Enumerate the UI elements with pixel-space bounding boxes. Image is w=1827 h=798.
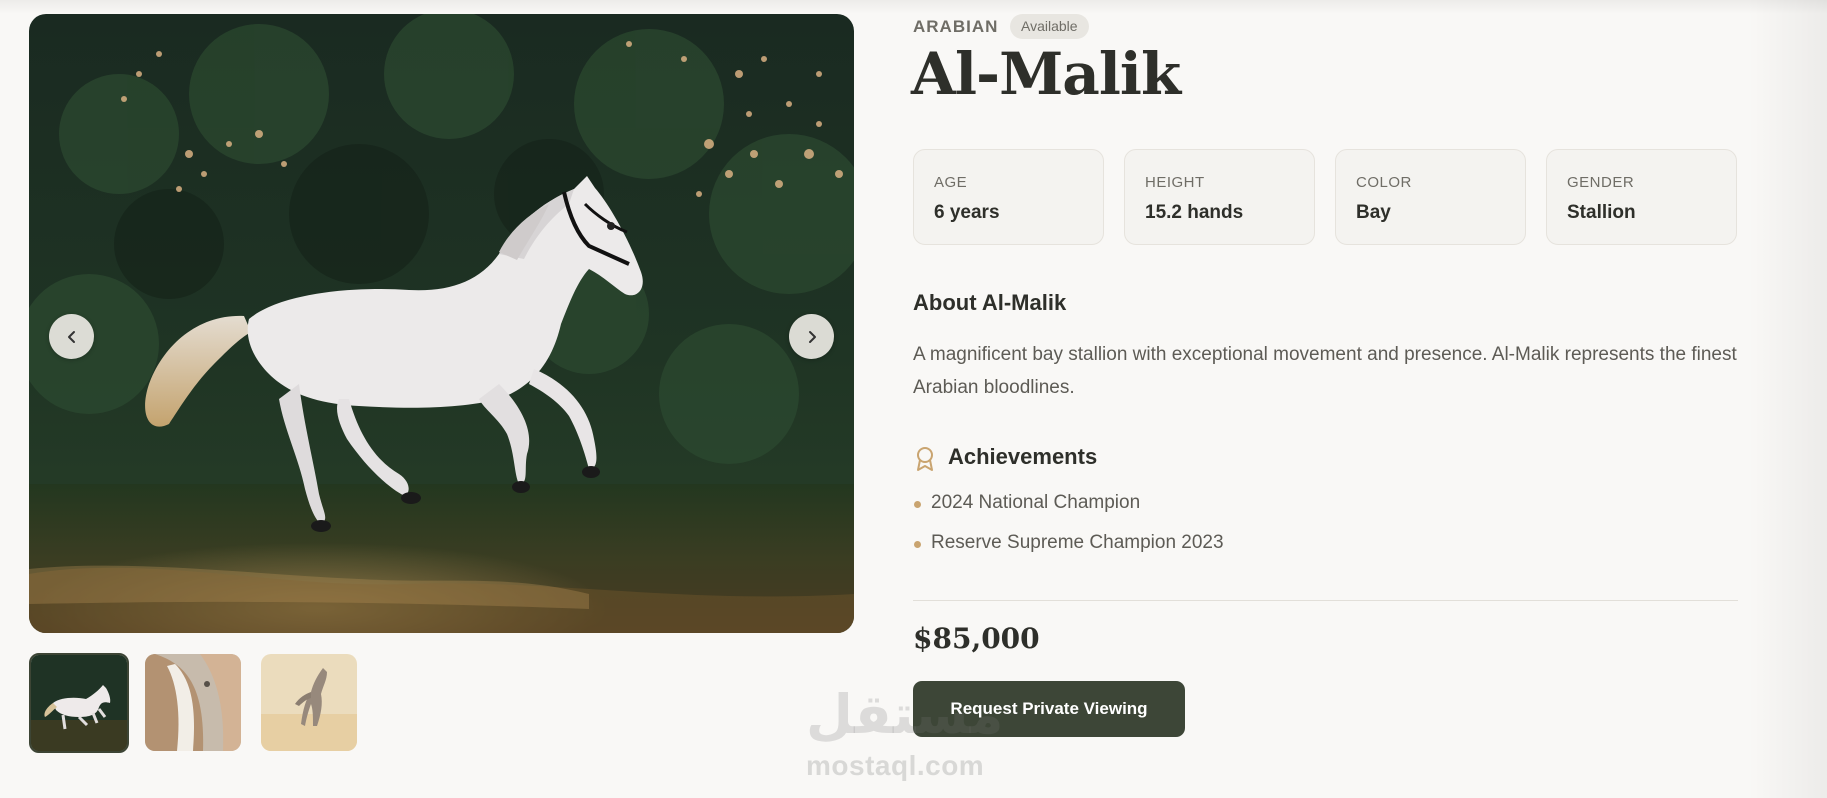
stat-value: 15.2 hands	[1145, 202, 1244, 223]
watermark-logo: مستقل	[806, 683, 1004, 746]
stat-value: Bay	[1356, 202, 1391, 223]
stat-card-gender: GENDER Stallion	[1546, 149, 1737, 245]
achievements-heading: Achievements	[948, 444, 1098, 469]
availability-badge: Available	[1010, 14, 1089, 39]
chevron-right-icon	[804, 329, 820, 345]
stat-card-height: HEIGHT 15.2 hands	[1124, 149, 1315, 245]
chevron-left-icon	[64, 329, 80, 345]
stat-label: COLOR	[1356, 174, 1412, 191]
thumbnail-3[interactable]	[261, 654, 357, 751]
stat-value: 6 years	[934, 202, 1000, 223]
about-description: A magnificent bay stallion with exceptio…	[913, 344, 1737, 398]
previous-image-button[interactable]	[49, 314, 94, 359]
breed-label: ARABIAN	[913, 17, 999, 36]
stat-label: GENDER	[1567, 174, 1635, 191]
achievement-text: Reserve Supreme Champion 2023	[931, 532, 1224, 553]
stat-label: HEIGHT	[1145, 174, 1205, 191]
horse-name-title: Al-Malik	[911, 40, 1181, 108]
stat-value: Stallion	[1567, 202, 1636, 223]
bullet-dot	[914, 541, 921, 548]
award-ribbon-icon	[914, 446, 936, 477]
price-divider	[913, 600, 1738, 601]
main-horse-image	[29, 14, 854, 633]
stat-card-color: COLOR Bay	[1335, 149, 1526, 245]
thumbnail-1[interactable]	[29, 653, 129, 753]
stat-card-age: AGE 6 years	[913, 149, 1104, 245]
achievement-text: 2024 National Champion	[931, 492, 1141, 513]
watermark-text: mostaql.com	[806, 750, 985, 781]
right-shadow	[1747, 0, 1827, 798]
stat-label: AGE	[934, 174, 968, 191]
next-image-button[interactable]	[789, 314, 834, 359]
price: $85,000	[913, 622, 1040, 655]
top-shadow	[0, 0, 1827, 14]
about-heading: About Al-Malik	[913, 290, 1067, 315]
thumbnail-2[interactable]	[145, 654, 241, 751]
bullet-dot	[914, 501, 921, 508]
